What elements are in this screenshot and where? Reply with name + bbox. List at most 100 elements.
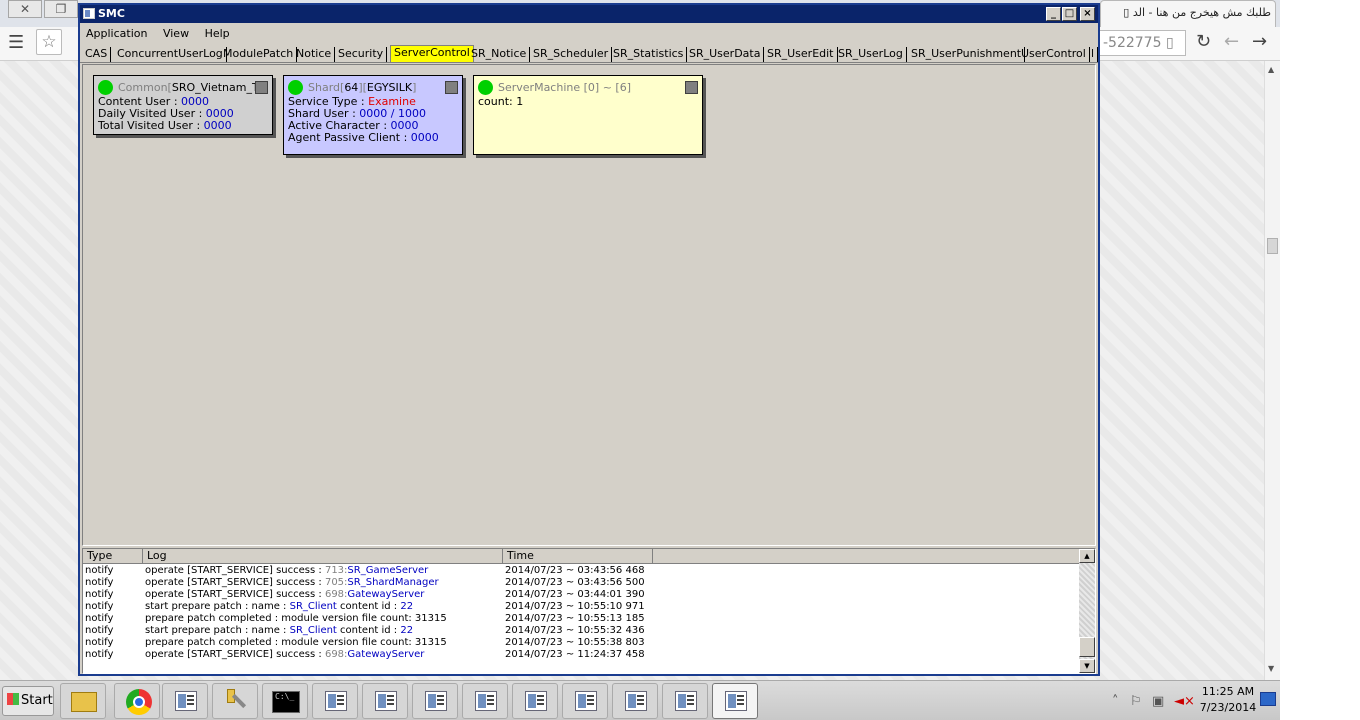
start-button[interactable]: Start xyxy=(2,686,54,716)
title-bar[interactable]: SMC _ □ × xyxy=(80,5,1098,23)
log-type: notify xyxy=(85,565,114,576)
tab-sr-scheduler[interactable]: SR_Scheduler xyxy=(530,47,613,62)
restore-icon[interactable]: ❐ xyxy=(44,0,78,18)
log-type: notify xyxy=(85,577,114,588)
flag-icon[interactable]: ⚐ xyxy=(1130,694,1142,709)
star-icon[interactable]: ☆ xyxy=(36,29,62,55)
log-row[interactable]: notify start prepare patch : name : SR_Cl… xyxy=(83,625,1079,637)
app-taskbar-item[interactable] xyxy=(512,683,558,719)
common-card-header: Common[SRO_Vietnam_TestL xyxy=(98,79,268,96)
tab-sr-userpunishment[interactable]: SR_UserPunishment xyxy=(908,47,1026,62)
log-row[interactable]: notify prepare patch completed : module v… xyxy=(83,613,1079,625)
log-row[interactable]: notify start prepare patch : name : SR_Cl… xyxy=(83,601,1079,613)
back-icon[interactable]: ← xyxy=(1224,31,1239,52)
tab-sr-userlog[interactable]: SR_UserLog xyxy=(835,47,907,62)
shard-card-header: Shard[64][EGYSILK] xyxy=(288,79,458,96)
window-app-icon xyxy=(325,691,347,711)
tab-sr-userdata[interactable]: SR_UserData xyxy=(686,47,765,62)
volume-muted-icon[interactable]: ◄× xyxy=(1174,694,1195,709)
tab-overflow[interactable]: l xyxy=(1088,47,1098,62)
app-taskbar-item[interactable] xyxy=(612,683,658,719)
server-machine-card[interactable]: ServerMachine [0] ~ [6] count: 1 xyxy=(473,75,703,155)
tab-usercontrol[interactable]: UserControl xyxy=(1018,47,1090,62)
scroll-down-icon[interactable]: ▼ xyxy=(1079,659,1095,673)
log-rows: notify operate [START_SERVICE] success : … xyxy=(83,565,1079,661)
chevron-up-icon[interactable]: ˄ xyxy=(1112,694,1119,709)
tab-cas[interactable]: CAS xyxy=(82,47,112,62)
omnibox[interactable]: -522775 ▯ xyxy=(1100,30,1186,56)
log-message-part: content id : xyxy=(336,625,401,636)
log-message-part: 713: xyxy=(324,565,348,576)
browser-tab[interactable]: طلبك مش هيخرج من هنا - الد ▯ xyxy=(1100,0,1276,27)
tools-taskbar-item[interactable] xyxy=(212,683,258,719)
forward-icon[interactable]: → xyxy=(1252,31,1267,52)
explorer-taskbar-item[interactable] xyxy=(60,683,106,719)
maximize-button[interactable]: □ xyxy=(1062,7,1077,21)
column-log[interactable]: Log xyxy=(143,549,503,564)
tab-modulepatch[interactable]: ModulePatch xyxy=(220,47,298,62)
log-row[interactable]: notify prepare patch completed : module v… xyxy=(83,637,1079,649)
menu-icon[interactable]: ☰ xyxy=(8,32,24,53)
toggle-square-icon[interactable] xyxy=(255,81,268,94)
refresh-icon[interactable]: ↻ xyxy=(1196,31,1211,52)
show-desktop-button[interactable] xyxy=(1260,692,1276,706)
log-message-part: prepare patch completed : module version… xyxy=(145,637,447,648)
shard-card[interactable]: Shard[64][EGYSILK] Service Type : Examin… xyxy=(283,75,463,155)
tab-servercontrol[interactable]: ServerControl xyxy=(390,45,474,62)
log-message: operate [START_SERVICE] success : 713:SR… xyxy=(145,565,428,577)
menu-view[interactable]: View xyxy=(157,24,195,43)
app-taskbar-item[interactable] xyxy=(562,683,608,719)
log-message-part: operate [START_SERVICE] success : xyxy=(145,649,325,660)
toggle-square-icon[interactable] xyxy=(445,81,458,94)
log-type: notify xyxy=(85,613,114,624)
tab-sr-statistics[interactable]: SR_Statistics xyxy=(610,47,688,62)
log-message-part: 22 xyxy=(400,625,414,636)
log-row[interactable]: notify operate [START_SERVICE] success : … xyxy=(83,577,1079,589)
scroll-thumb[interactable] xyxy=(1079,637,1095,657)
tab-concurrentuserlog[interactable]: ConcurrentUserLog xyxy=(114,47,227,62)
scroll-up-icon[interactable]: ▲ xyxy=(1268,65,1274,74)
menu-help[interactable]: Help xyxy=(199,24,236,43)
app-taskbar-item[interactable] xyxy=(162,683,208,719)
network-icon[interactable]: ▣ xyxy=(1152,694,1164,709)
log-row[interactable]: notify operate [START_SERVICE] success : … xyxy=(83,589,1079,601)
minimize-button[interactable]: _ xyxy=(1046,7,1061,21)
menu-application[interactable]: Application xyxy=(80,24,153,43)
browser-scrollbar[interactable]: ▲ ▼ xyxy=(1264,61,1280,680)
log-row[interactable]: notify operate [START_SERVICE] success : … xyxy=(83,565,1079,577)
clock-time: 11:25 AM xyxy=(1201,685,1255,698)
app-taskbar-item[interactable] xyxy=(312,683,358,719)
close-icon[interactable]: ✕ xyxy=(8,0,42,18)
log-scrollbar[interactable]: ▲ ▼ xyxy=(1079,549,1095,673)
cmd-taskbar-item[interactable]: C:\_ xyxy=(262,683,308,719)
scroll-up-icon[interactable]: ▲ xyxy=(1079,549,1095,563)
app-taskbar-item[interactable] xyxy=(462,683,508,719)
log-type: notify xyxy=(85,625,114,636)
log-list[interactable]: Type Log Time notify operate [START_SERVI… xyxy=(82,548,1096,674)
app-taskbar-item[interactable] xyxy=(362,683,408,719)
chrome-taskbar-item[interactable] xyxy=(114,683,160,719)
tab-security[interactable]: Security xyxy=(335,47,388,62)
tab-sr-useredit[interactable]: SR_UserEdit xyxy=(764,47,838,62)
tab-sr-notice[interactable]: SR_Notice xyxy=(468,47,531,62)
browser-top-buttons: ✕ ❐ xyxy=(0,0,78,20)
status-online-icon xyxy=(288,80,303,95)
toggle-square-icon[interactable] xyxy=(685,81,698,94)
scroll-thumb[interactable] xyxy=(1267,238,1278,254)
smc-taskbar-item[interactable] xyxy=(712,683,758,719)
machine-count: count: 1 xyxy=(478,95,524,108)
common-card[interactable]: Common[SRO_Vietnam_TestL Content User : … xyxy=(93,75,273,135)
log-row[interactable]: notify operate [START_SERVICE] success : … xyxy=(83,649,1079,661)
log-message-part: prepare patch completed : module version… xyxy=(145,613,447,624)
close-button[interactable]: × xyxy=(1080,7,1095,21)
column-type[interactable]: Type xyxy=(83,549,143,564)
app-taskbar-item[interactable] xyxy=(662,683,708,719)
tab-notice[interactable]: Notice xyxy=(293,47,336,62)
screen-margin xyxy=(1280,0,1360,720)
app-taskbar-item[interactable] xyxy=(412,683,458,719)
log-message-part: start prepare patch : name : xyxy=(145,625,290,636)
clock[interactable]: 11:25 AM 7/23/2014 xyxy=(1197,684,1259,716)
log-message-part: operate [START_SERVICE] success : xyxy=(145,589,325,600)
column-time[interactable]: Time xyxy=(503,549,653,564)
scroll-down-icon[interactable]: ▼ xyxy=(1268,664,1274,673)
